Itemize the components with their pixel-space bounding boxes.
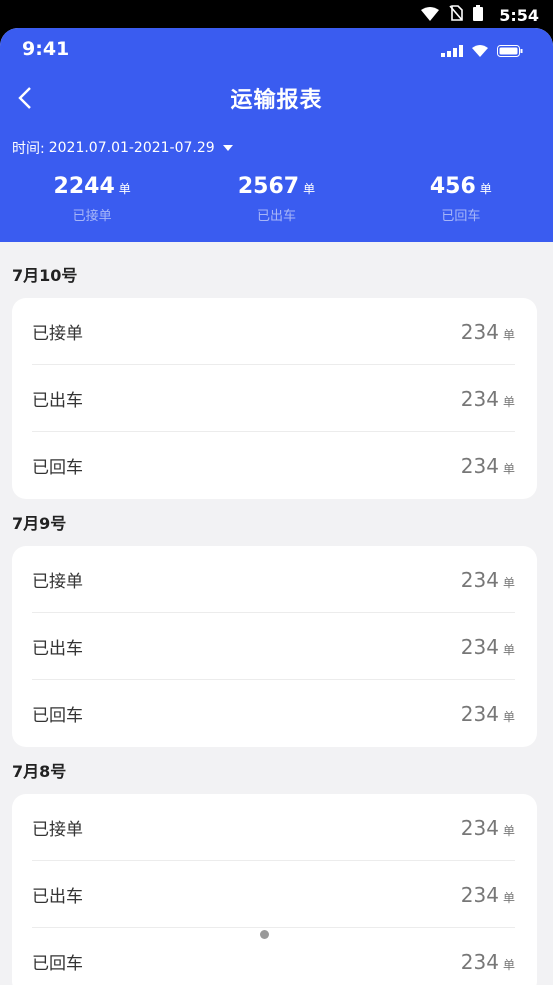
list-item[interactable]: 已回车 234 单 (12, 680, 537, 747)
stat-label: 已接单 (72, 209, 112, 224)
stat-returned: 456 单 已回车 (369, 174, 553, 224)
list-item[interactable]: 已出车 234 单 (12, 365, 537, 432)
row-unit: 单 (502, 394, 515, 409)
no-sim-icon (449, 5, 464, 25)
report-header: 9:41 运输报表 时间: 2021.07.01-2021-07.29 2244… (0, 28, 553, 242)
row-unit: 单 (502, 957, 515, 972)
row-value: 234 (460, 701, 499, 726)
stat-accepted: 2244 单 已接单 (0, 174, 184, 224)
row-label: 已接单 (32, 324, 83, 344)
stat-value: 2567 (237, 174, 300, 199)
row-label: 已接单 (32, 572, 83, 592)
row-label: 已回车 (32, 954, 83, 974)
list-item[interactable]: 已接单 234 单 (12, 298, 537, 365)
row-value: 234 (460, 567, 499, 592)
list-item[interactable]: 已回车 234 单 (12, 432, 537, 499)
row-value: 234 (460, 386, 499, 411)
stat-unit: 单 (479, 182, 492, 196)
section-date: 7月10号 (12, 266, 78, 285)
row-unit: 单 (502, 642, 515, 657)
row-value: 234 (460, 882, 499, 907)
system-clock: 5:54 (499, 5, 539, 25)
row-unit: 单 (502, 709, 515, 724)
row-label: 已出车 (32, 639, 83, 659)
summary-stats: 2244 单 已接单 2567 单 已出车 456 单 已回车 (0, 174, 553, 224)
stat-unit: 单 (118, 182, 131, 196)
section-date: 7月8号 (12, 762, 67, 781)
row-label: 已出车 (32, 887, 83, 907)
inner-status-time: 9:41 (22, 38, 70, 60)
stat-label: 已回车 (441, 209, 481, 224)
row-label: 已回车 (32, 706, 83, 726)
daily-card: 已接单 234 单 已出车 234 单 已回车 234 单 (12, 546, 537, 747)
row-unit: 单 (502, 575, 515, 590)
list-item[interactable]: 已回车 234 单 (12, 928, 537, 985)
row-unit: 单 (502, 327, 515, 342)
list-item[interactable]: 已接单 234 单 (12, 794, 537, 861)
date-range-value: 2021.07.01-2021-07.29 (48, 140, 215, 156)
signal-icon (441, 42, 463, 61)
battery-icon (497, 42, 523, 61)
row-value: 234 (460, 319, 499, 344)
list-item[interactable]: 已接单 234 单 (12, 546, 537, 613)
section-date: 7月9号 (12, 514, 67, 533)
row-value: 234 (460, 634, 499, 659)
date-range-label: 时间: (12, 141, 45, 157)
date-range-selector[interactable]: 时间: 2021.07.01-2021-07.29 (12, 138, 233, 158)
stat-departed: 2567 单 已出车 (184, 174, 368, 224)
row-unit: 单 (502, 823, 515, 838)
list-item[interactable]: 已出车 234 单 (12, 861, 537, 928)
row-value: 234 (460, 949, 499, 974)
dropdown-caret-icon (222, 145, 233, 151)
page-title: 运输报表 (230, 88, 323, 113)
system-status-bar: 5:54 (0, 0, 553, 30)
app-screen: 9:41 运输报表 时间: 2021.07.01-2021-07.29 2244… (0, 28, 553, 985)
row-label: 已回车 (32, 458, 83, 478)
battery-icon (473, 5, 484, 25)
row-value: 234 (460, 815, 499, 840)
wifi-icon (471, 42, 489, 61)
scroll-indicator-dot (260, 930, 269, 939)
stat-label: 已出车 (256, 209, 296, 224)
wifi-icon (421, 6, 440, 25)
daily-card: 已接单 234 单 已出车 234 单 已回车 234 单 (12, 794, 537, 985)
row-label: 已接单 (32, 820, 83, 840)
row-label: 已出车 (32, 391, 83, 411)
stat-value: 456 (429, 174, 476, 199)
daily-card: 已接单 234 单 已出车 234 单 已回车 234 单 (12, 298, 537, 499)
stat-value: 2244 (53, 174, 115, 199)
row-unit: 单 (502, 461, 515, 476)
stat-unit: 单 (303, 182, 316, 196)
row-unit: 单 (502, 890, 515, 905)
inner-status-icons (441, 42, 523, 61)
list-item[interactable]: 已出车 234 单 (12, 613, 537, 680)
row-value: 234 (460, 453, 499, 478)
